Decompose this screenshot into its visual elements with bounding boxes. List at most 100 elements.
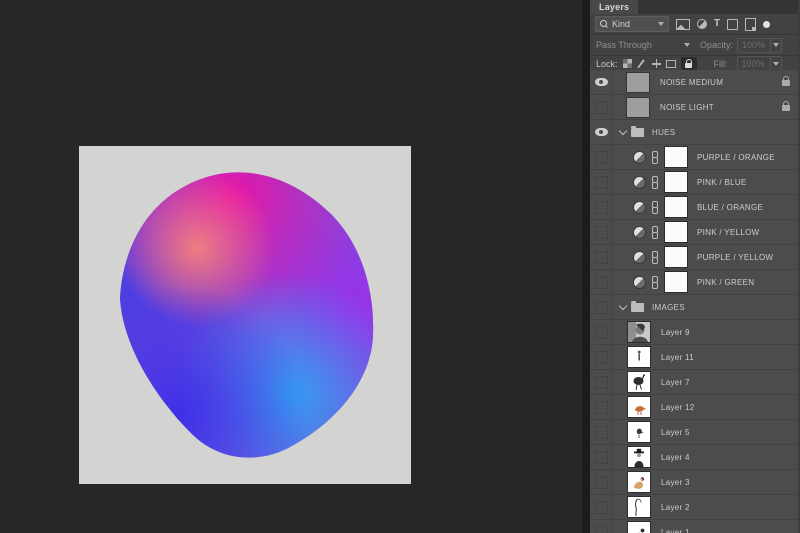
layer-row[interactable]: Layer 1 [590,520,798,533]
portrait-thumbnail[interactable] [627,321,651,343]
layer-row[interactable]: PINK / GREEN [590,270,798,295]
lock-pixels-icon[interactable] [637,59,647,69]
dark-bird-thumbnail[interactable] [627,371,651,393]
layer-row[interactable]: Layer 9 [590,320,798,345]
layer-row-content: Layer 12 [613,395,798,419]
filter-kind-label: Kind [612,19,654,29]
layer-row[interactable]: Layer 2 [590,495,798,520]
visibility-on-cell[interactable] [590,70,613,94]
layer-row[interactable]: PURPLE / ORANGE [590,145,798,170]
panel-divider[interactable] [582,0,590,533]
layer-name: NOISE MEDIUM [660,78,723,87]
adjustment-layer-icon[interactable] [633,201,646,214]
layer-row[interactable]: NOISE MEDIUM [590,70,798,95]
orange-bird-thumbnail[interactable] [627,396,651,418]
visibility-off-cell[interactable] [590,495,613,519]
tiny-figure-thumbnail[interactable] [627,346,651,368]
visibility-off-cell[interactable] [590,145,613,169]
lock-icon [685,63,692,68]
visibility-off-cell[interactable] [590,270,613,294]
visibility-checkbox [595,401,608,414]
layer-row-content: PURPLE / YELLOW [613,245,798,269]
chevron-expanded-icon[interactable] [619,302,627,310]
layer-row-content: IMAGES [613,295,798,319]
visibility-off-cell[interactable] [590,520,613,533]
eye-icon [595,128,608,136]
visibility-off-cell[interactable] [590,245,613,269]
visibility-off-cell[interactable] [590,195,613,219]
folder-icon [631,303,644,312]
layer-mask-thumbnail[interactable] [664,196,688,218]
lock-position-icon[interactable] [652,59,661,68]
layer-row[interactable]: Layer 12 [590,395,798,420]
profile-sketch-thumbnail[interactable] [627,496,651,518]
seated-figure-thumbnail[interactable] [627,471,651,493]
layer-name: Layer 3 [661,478,690,487]
canvas[interactable] [79,146,411,484]
adjustment-layer-icon[interactable] [633,276,646,289]
lock-artboard-icon[interactable] [666,60,676,68]
visibility-off-cell[interactable] [590,95,613,119]
filter-pixel-layers-icon[interactable] [676,19,690,30]
layer-row[interactable]: NOISE LIGHT [590,95,798,120]
layer-row[interactable]: Layer 11 [590,345,798,370]
blend-mode-select[interactable]: Pass Through [596,38,690,52]
visibility-on-cell[interactable] [590,120,613,144]
layer-name: PURPLE / YELLOW [697,253,773,262]
filter-adjustment-layers-icon[interactable] [697,19,707,29]
folder-icon [631,128,644,137]
opacity-input[interactable]: 100% [737,38,782,53]
layer-row[interactable]: Layer 4 [590,445,798,470]
adjustment-layer-icon[interactable] [633,151,646,164]
layer-filter-row: Kind [590,14,800,35]
visibility-off-cell[interactable] [590,295,613,319]
visibility-off-cell[interactable] [590,170,613,194]
adjustment-layer-icon[interactable] [633,176,646,189]
adjustment-layer-icon[interactable] [633,226,646,239]
visibility-off-cell[interactable] [590,470,613,494]
layer-mask-thumbnail[interactable] [664,171,688,193]
layer-row[interactable]: Layer 3 [590,470,798,495]
layer-mask-thumbnail[interactable] [664,221,688,243]
filter-kind-select[interactable]: Kind [595,16,669,32]
layer-row[interactable]: HUES [590,120,798,145]
opacity-value: 100% [738,40,770,50]
layer-row[interactable]: Layer 5 [590,420,798,445]
layer-mask-thumbnail[interactable] [664,271,688,293]
layer-mask-thumbnail[interactable] [664,146,688,168]
visibility-off-cell[interactable] [590,370,613,394]
layer-row[interactable]: IMAGES [590,295,798,320]
visibility-off-cell[interactable] [590,220,613,244]
visibility-off-cell[interactable] [590,345,613,369]
layer-row[interactable]: Layer 7 [590,370,798,395]
layer-row[interactable]: PINK / BLUE [590,170,798,195]
panel-tab-bar: Layers [590,0,800,14]
visibility-off-cell[interactable] [590,420,613,444]
small-bird-thumbnail[interactable] [627,421,651,443]
adjustment-layer-icon[interactable] [633,251,646,264]
filter-smart-objects-icon[interactable] [745,18,756,31]
filter-toggle-icon[interactable] [763,21,770,28]
tab-layers[interactable]: Layers [590,0,638,14]
layer-thumbnail[interactable] [626,72,650,93]
layer-thumbnail[interactable] [626,97,650,118]
layer-row[interactable]: PINK / YELLOW [590,220,798,245]
visibility-off-cell[interactable] [590,320,613,344]
visibility-checkbox [595,376,608,389]
filter-shape-layers-icon[interactable] [727,19,738,30]
crouching-figure-thumbnail[interactable] [627,521,651,533]
lock-transparency-icon[interactable] [623,59,632,68]
filter-type-layers-icon[interactable] [714,19,720,29]
lock-all-button[interactable] [681,57,697,70]
layer-row-content: BLUE / ORANGE [613,195,798,219]
chevron-expanded-icon[interactable] [619,127,627,135]
layer-row[interactable]: BLUE / ORANGE [590,195,798,220]
layer-row[interactable]: PURPLE / YELLOW [590,245,798,270]
hat-figure-thumbnail[interactable] [627,446,651,468]
fill-input[interactable]: 100% [737,56,782,71]
visibility-off-cell[interactable] [590,395,613,419]
layer-name: Layer 1 [661,528,690,533]
layer-mask-thumbnail[interactable] [664,246,688,268]
layer-name: PINK / BLUE [697,178,747,187]
visibility-off-cell[interactable] [590,445,613,469]
